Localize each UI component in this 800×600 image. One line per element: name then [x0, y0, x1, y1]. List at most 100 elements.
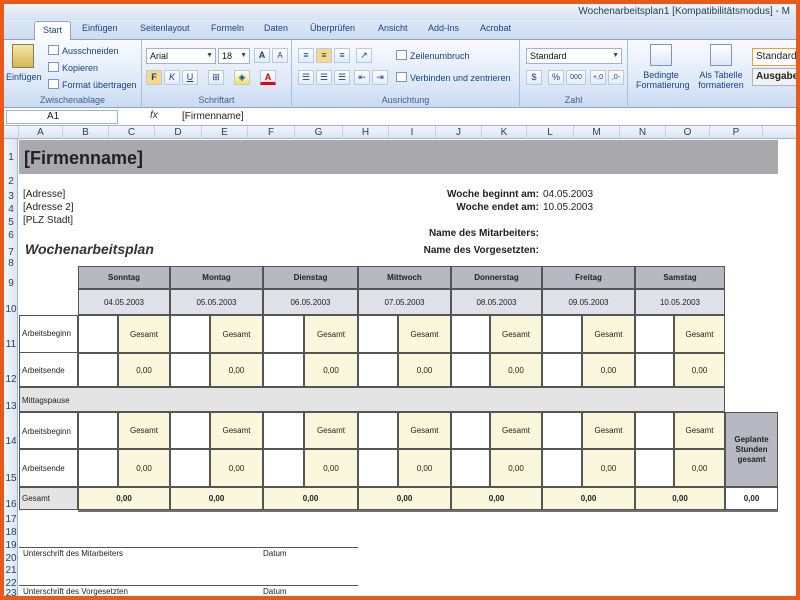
row-header-1[interactable]: 1 [4, 140, 18, 163]
end-time-cell[interactable] [170, 353, 210, 387]
total-value-cell[interactable]: 0,00 [398, 449, 451, 487]
row-header-6[interactable]: 6 [4, 226, 18, 241]
column-header-N[interactable]: N [620, 126, 666, 139]
column-header-P[interactable]: P [710, 126, 763, 139]
tab-ueberpruefen[interactable]: Überprüfen [310, 23, 355, 33]
total-value-cell[interactable]: 0,00 [582, 353, 635, 387]
row-header-2[interactable]: 2 [4, 163, 18, 187]
row-header-11[interactable]: 11 [4, 315, 18, 353]
font-size-select[interactable]: 18 ▼ [218, 48, 250, 64]
column-header-F[interactable]: F [248, 126, 295, 139]
day-sum-cell[interactable]: 0,00 [78, 487, 170, 510]
row-header-12[interactable]: 12 [4, 353, 18, 387]
total-value-cell[interactable]: 0,00 [674, 353, 725, 387]
wrap-text-button[interactable]: Zeilenumbruch [396, 50, 470, 61]
start-time-cell[interactable] [358, 412, 398, 449]
end-time-cell[interactable] [263, 353, 304, 387]
row-header-16[interactable]: 16 [4, 487, 18, 510]
merge-center-button[interactable]: Verbinden und zentrieren [396, 72, 511, 83]
fx-icon[interactable]: fx [150, 110, 158, 121]
start-time-cell[interactable] [170, 412, 210, 449]
total-value-cell[interactable]: 0,00 [490, 449, 542, 487]
column-header-L[interactable]: L [527, 126, 574, 139]
tab-seitenlayout[interactable]: Seitenlayout [140, 23, 190, 33]
align-bottom-button[interactable]: ≡ [334, 48, 350, 63]
total-value-cell[interactable]: 0,00 [304, 449, 358, 487]
format-painter-button[interactable]: Format übertragen [48, 79, 137, 90]
select-all-corner[interactable] [4, 126, 19, 139]
day-date[interactable]: 08.05.2003 [451, 289, 542, 315]
end-time-cell[interactable] [635, 353, 674, 387]
start-time-cell[interactable] [358, 315, 398, 353]
end-time-cell[interactable] [542, 449, 582, 487]
total-value-cell[interactable]: 0,00 [210, 353, 263, 387]
row-header-4[interactable]: 4 [4, 200, 18, 215]
day-sum-cell[interactable]: 0,00 [358, 487, 451, 510]
start-time-cell[interactable] [542, 412, 582, 449]
total-value-cell[interactable]: 0,00 [582, 449, 635, 487]
start-time-cell[interactable] [451, 412, 490, 449]
row-header-20[interactable]: 20 [4, 549, 18, 564]
day-sum-cell[interactable]: 0,00 [263, 487, 358, 510]
align-left-button[interactable]: ☰ [298, 70, 314, 85]
name-box[interactable]: A1 [6, 110, 118, 124]
underline-button[interactable]: U [182, 70, 198, 85]
row-header-18[interactable]: 18 [4, 523, 18, 538]
start-time-cell[interactable] [170, 315, 210, 353]
bold-button[interactable]: F [146, 70, 162, 85]
end-time-cell[interactable] [358, 353, 398, 387]
tab-ansicht[interactable]: Ansicht [378, 23, 408, 33]
align-middle-button[interactable]: ≡ [316, 48, 332, 63]
row-header-8[interactable]: 8 [4, 256, 18, 269]
conditional-formatting-button[interactable]: Bedingte Formatierung [636, 70, 690, 90]
start-time-cell[interactable] [635, 315, 674, 353]
column-header-I[interactable]: I [389, 126, 436, 139]
end-time-cell[interactable] [263, 449, 304, 487]
column-header-E[interactable]: E [202, 126, 248, 139]
end-time-cell[interactable] [78, 449, 118, 487]
column-header-A[interactable]: A [19, 126, 63, 139]
end-time-cell[interactable] [78, 353, 118, 387]
cut-button[interactable]: Ausschneiden [48, 45, 119, 56]
number-format-select[interactable]: Standard ▼ [526, 48, 622, 64]
column-header-K[interactable]: K [482, 126, 527, 139]
fill-color-button[interactable]: ◈ [234, 70, 250, 85]
tab-daten[interactable]: Daten [264, 23, 288, 33]
day-sum-cell[interactable]: 0,00 [542, 487, 635, 510]
planned-hours-total[interactable]: 0,00 [725, 487, 778, 510]
day-date[interactable]: 07.05.2003 [358, 289, 451, 315]
align-top-button[interactable]: ≡ [298, 48, 314, 63]
align-right-button[interactable]: ☰ [334, 70, 350, 85]
column-header-M[interactable]: M [574, 126, 620, 139]
company-name[interactable]: [Firmenname] [24, 148, 143, 169]
start-time-cell[interactable] [78, 412, 118, 449]
end-time-cell[interactable] [635, 449, 674, 487]
total-value-cell[interactable]: 0,00 [210, 449, 263, 487]
row-header-21[interactable]: 21 [4, 561, 18, 576]
end-time-cell[interactable] [542, 353, 582, 387]
row-header-13[interactable]: 13 [4, 387, 18, 412]
formula-input[interactable]: [Firmenname] [182, 110, 794, 124]
style-standard[interactable]: Standard [752, 48, 796, 66]
day-date[interactable]: 06.05.2003 [263, 289, 358, 315]
row-header-3[interactable]: 3 [4, 187, 18, 202]
end-time-cell[interactable] [451, 353, 490, 387]
align-center-button[interactable]: ☰ [316, 70, 332, 85]
column-header-J[interactable]: J [436, 126, 482, 139]
row-header-22[interactable]: 22 [4, 574, 18, 589]
column-header-B[interactable]: B [63, 126, 109, 139]
row-header-5[interactable]: 5 [4, 213, 18, 228]
tab-acrobat[interactable]: Acrobat [480, 23, 511, 33]
start-time-cell[interactable] [263, 315, 304, 353]
row-header-9[interactable]: 9 [4, 266, 18, 289]
column-header-D[interactable]: D [155, 126, 202, 139]
day-date[interactable]: 10.05.2003 [635, 289, 725, 315]
end-time-cell[interactable] [451, 449, 490, 487]
row-header-19[interactable]: 19 [4, 536, 18, 551]
start-time-cell[interactable] [263, 412, 304, 449]
percent-button[interactable]: % [548, 70, 564, 85]
total-value-cell[interactable]: 0,00 [398, 353, 451, 387]
tab-start[interactable]: Start [34, 21, 72, 41]
font-family-select[interactable]: Arial ▼ [146, 48, 216, 64]
start-time-cell[interactable] [542, 315, 582, 353]
